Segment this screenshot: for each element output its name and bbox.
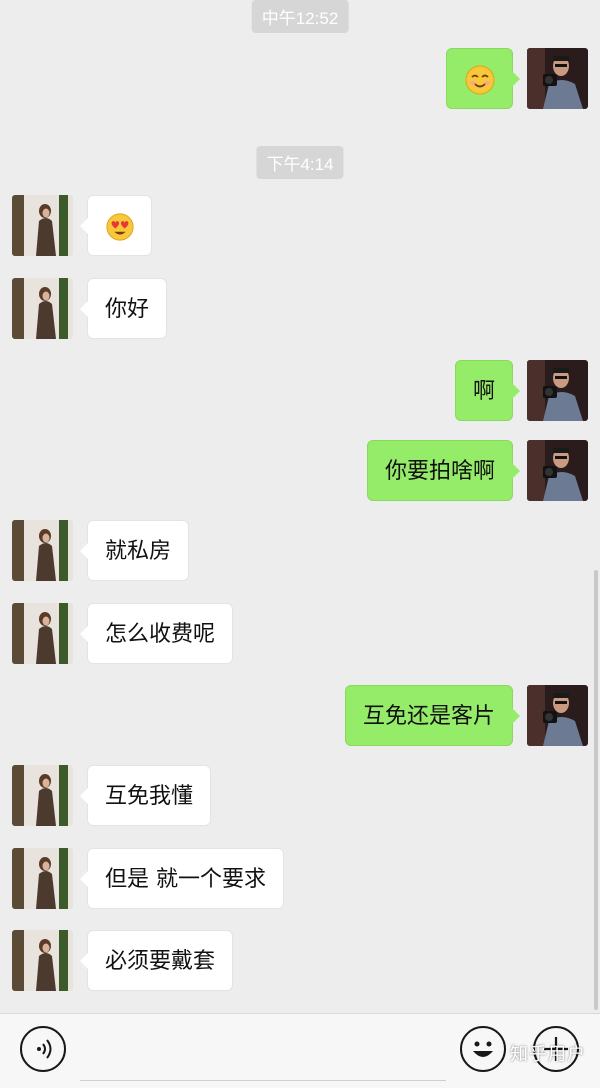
message-row: 你好 <box>0 278 600 340</box>
watermark: 知乎用户 <box>510 1044 586 1065</box>
heart-eyes-face-icon <box>105 213 134 241</box>
message-row: 你要拍啥啊 <box>0 440 600 502</box>
scrollbar[interactable] <box>594 570 598 1010</box>
message-bubble[interactable]: 你要拍啥啊 <box>366 440 521 501</box>
smiling-face-icon <box>465 65 494 95</box>
message-bubble[interactable] <box>80 195 152 256</box>
timestamp: 下午4:14 <box>256 146 344 179</box>
timestamp: 中午12:52 <box>251 0 349 33</box>
avatar-contact[interactable] <box>12 930 73 991</box>
avatar-self[interactable] <box>527 440 588 501</box>
avatar-contact[interactable] <box>12 278 73 339</box>
message-row: 怎么收费呢 <box>0 603 600 665</box>
message-bubble[interactable]: 你好 <box>79 278 168 339</box>
message-row: 互免我懂 <box>0 765 600 827</box>
emoji-button[interactable] <box>460 1026 506 1072</box>
avatar-contact[interactable] <box>12 520 73 581</box>
avatar-self[interactable] <box>527 685 588 746</box>
message-bubble[interactable] <box>446 48 520 109</box>
avatar-self[interactable] <box>527 360 588 421</box>
message-row: 就私房 <box>0 520 600 582</box>
emoji-face-icon <box>473 1041 493 1057</box>
avatar-self[interactable] <box>527 48 588 109</box>
avatar-contact[interactable] <box>12 195 73 256</box>
message-row <box>0 195 600 257</box>
message-bubble[interactable]: 必须要戴套 <box>79 930 234 991</box>
message-row: 但是 就一个要求 <box>0 848 600 910</box>
avatar-contact[interactable] <box>12 765 73 826</box>
avatar-contact[interactable] <box>12 848 73 909</box>
message-row: 必须要戴套 <box>0 930 600 992</box>
message-row: 互免还是客片 <box>0 685 600 747</box>
message-bubble[interactable]: 啊 <box>454 360 521 421</box>
message-bubble[interactable]: 互免我懂 <box>79 765 212 826</box>
message-row <box>0 48 600 110</box>
voice-button[interactable] <box>20 1026 66 1072</box>
message-bubble[interactable]: 怎么收费呢 <box>79 603 234 664</box>
message-bubble[interactable]: 就私房 <box>79 520 190 581</box>
message-input[interactable] <box>80 1022 446 1081</box>
message-bubble[interactable]: 互免还是客片 <box>344 685 521 746</box>
message-row: 啊 <box>0 360 600 422</box>
voice-icon <box>37 1039 52 1059</box>
message-bubble[interactable]: 但是 就一个要求 <box>80 848 284 909</box>
avatar-contact[interactable] <box>12 603 73 664</box>
chat-area[interactable]: 中午12:52 下午4:14 你好 啊 你要拍啥啊 就私房 怎么收费呢 互免还是… <box>0 0 600 1013</box>
